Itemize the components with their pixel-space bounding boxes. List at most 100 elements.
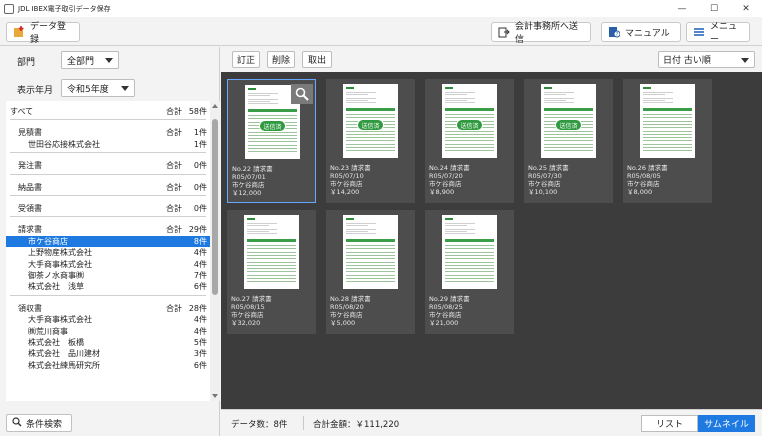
tree-item[interactable]: 大手商事株式会社 4件: [6, 259, 210, 270]
tree-group[interactable]: 見積書 合計 1件: [6, 127, 210, 138]
close-button[interactable]: ✕: [730, 0, 762, 17]
doc-text-line: [346, 233, 376, 234]
document-thumbnail[interactable]: 送信済 No.23 請求書 R05/07/10 市ケ谷商店 ￥14,200: [326, 79, 415, 203]
tree-divider: [10, 152, 206, 154]
tree-item[interactable]: 株式会社 品川建材 3件: [6, 348, 210, 359]
list-view-button[interactable]: リスト: [641, 415, 698, 432]
document-preview: [244, 215, 299, 289]
tree-group[interactable]: 発注書 合計 0件: [6, 160, 210, 171]
minimize-button[interactable]: —: [666, 0, 698, 17]
tree-item[interactable]: 大手商事株式会社 4件: [6, 314, 210, 325]
doc-header-mark: [643, 87, 651, 89]
doc-table-row: [346, 271, 395, 273]
doc-table-row: [643, 127, 692, 129]
tree-item-count: 3件: [193, 349, 207, 359]
doc-table-row: [346, 143, 395, 145]
doc-table-row: [544, 147, 593, 148]
menu-button[interactable]: メニュー: [686, 22, 750, 45]
tree-item-count: 4件: [193, 259, 207, 269]
hamburger-icon: [693, 26, 705, 38]
data-register-button[interactable]: データ登録: [6, 22, 80, 45]
doc-table-row: [346, 137, 395, 139]
tree-item-count: 8件: [193, 236, 207, 246]
left-pane: 部門 全部門 表示年月 令和5年度 すべて 合計 58件 見積書 合計 1件 世田谷応接株式…: [0, 47, 220, 436]
chevron-down-icon: [741, 58, 749, 63]
doc-table-header: [346, 239, 395, 242]
condition-search-label: 条件検索: [26, 419, 63, 430]
tree-item[interactable]: 株式会社練馬研究所 6件: [6, 360, 210, 371]
tree-group-count: 29件: [188, 225, 207, 235]
card-amount: ￥12,000: [232, 189, 262, 197]
doc-table-row: [346, 264, 395, 266]
doc-table-row: [445, 133, 494, 135]
document-thumbnail[interactable]: 送信済 No.25 請求書 R05/07/30 市ケ谷商店 ￥10,100: [524, 79, 613, 203]
doc-text-line: [445, 223, 475, 224]
doc-table-row: [346, 274, 395, 276]
period-select[interactable]: 令和5年度: [61, 79, 135, 97]
document-thumbnail[interactable]: No.26 請求書 R05/08/05 市ケ谷商店 ￥8,000: [623, 79, 712, 203]
document-thumbnail[interactable]: No.28 請求書 R05/08/20 市ケ谷商店 ￥5,000: [326, 210, 415, 334]
correct-button[interactable]: 訂正: [232, 51, 260, 68]
manual-button[interactable]: ? マニュアル: [601, 22, 681, 42]
document-thumbnail[interactable]: No.29 請求書 R05/08/25 市ケ谷商店 ￥21,000: [425, 210, 514, 334]
doc-table-header: [445, 108, 494, 111]
doc-table-row: [445, 137, 494, 139]
document-preview: 送信済: [541, 84, 596, 158]
tree-item[interactable]: 株式会社 浅草 6件: [6, 281, 210, 292]
doc-table-row: [346, 245, 395, 246]
sort-select[interactable]: 日付 古い順: [658, 51, 755, 68]
doc-table-row: [346, 251, 395, 253]
tree-item-count: 1件: [193, 139, 207, 149]
doc-table-row: [445, 114, 494, 115]
tree-group[interactable]: 領収書 合計 28件: [6, 303, 210, 314]
doc-text-line: [346, 229, 376, 230]
scroll-up-icon[interactable]: [212, 104, 218, 108]
condition-search-button[interactable]: 条件検索: [6, 414, 72, 432]
doc-table-row: [544, 114, 593, 115]
tree-item-count: 6件: [193, 282, 207, 292]
send-accounting-button[interactable]: 会計事務所へ送信: [491, 22, 591, 45]
document-thumbnail[interactable]: 送信済 No.22 請求書 R05/07/01 市ケ谷商店 ￥12,000: [227, 79, 316, 203]
doc-table-row: [247, 268, 296, 270]
card-amount: ￥5,000: [330, 319, 356, 327]
doc-header-mark: [248, 88, 256, 90]
maximize-button[interactable]: ☐: [698, 0, 730, 17]
tree-item[interactable]: ㈱荒川商事 4件: [6, 326, 210, 337]
tree-item[interactable]: 株式会社 板橋 5件: [6, 337, 210, 348]
document-thumbnail[interactable]: No.27 請求書 R05/08/15 市ケ谷商店 ￥32,020: [227, 210, 316, 334]
scroll-down-icon[interactable]: [212, 394, 218, 398]
tree-scrollbar[interactable]: [210, 101, 220, 401]
tree-item-count: 6件: [193, 360, 207, 370]
delete-button[interactable]: 削除: [267, 51, 295, 68]
tree-group[interactable]: 納品書 合計 0件: [6, 182, 210, 193]
doc-text-line: [248, 101, 270, 102]
tree-group-count: 0件: [193, 182, 207, 192]
document-thumbnail[interactable]: 送信済 No.24 請求書 R05/07/20 市ケ谷商店 ￥8,900: [425, 79, 514, 203]
doc-text-line: [445, 92, 475, 93]
tree-item[interactable]: 市ケ谷商店 8件: [6, 235, 210, 247]
dept-select[interactable]: 全部門: [61, 51, 119, 69]
thumbnail-view-button[interactable]: サムネイル: [698, 415, 755, 432]
doc-table-row: [544, 140, 593, 142]
tree-group[interactable]: 請求書 合計 29件: [6, 224, 210, 235]
doc-text-line: [445, 233, 475, 234]
tree-item[interactable]: 御茶ノ水商事㈱ 7件: [6, 270, 210, 281]
total-label: 合計: [166, 303, 182, 313]
magnify-icon[interactable]: [291, 84, 313, 104]
tree-all[interactable]: すべて 合計 58件: [6, 106, 210, 117]
total-label: 合計: [166, 225, 182, 235]
tree-item[interactable]: 上野物産株式会社 4件: [6, 247, 210, 258]
data-count: データ数：8件: [231, 420, 288, 430]
sent-stamp: 送信済: [357, 119, 384, 131]
doc-table-row: [248, 141, 297, 143]
doc-table-header: [248, 109, 297, 112]
tree-group[interactable]: 受領書 合計 0件: [6, 203, 210, 214]
tree-group-name: 納品書: [18, 182, 42, 192]
tree-item[interactable]: 世田谷応接株式会社 1件: [6, 139, 210, 150]
doc-table-row: [445, 140, 494, 142]
scroll-thumb[interactable]: [212, 119, 218, 295]
extract-button[interactable]: 取出: [302, 51, 332, 68]
doc-table-row: [643, 117, 692, 119]
doc-table-row: [643, 143, 692, 145]
doc-text-line: [346, 225, 368, 226]
